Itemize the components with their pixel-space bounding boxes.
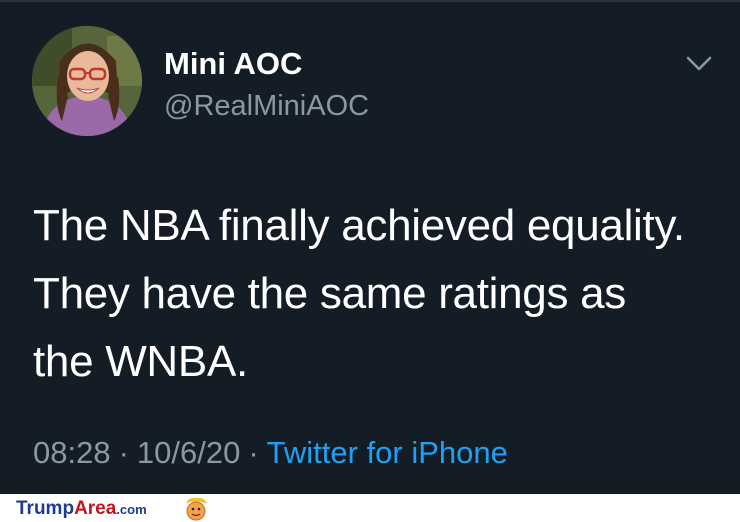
tweet-text-line: The NBA finally achieved equality. [33, 201, 685, 250]
tweet-source-link[interactable]: Twitter for iPhone [267, 435, 508, 470]
watermark-part: Area [74, 498, 117, 519]
tweet-text-line: the WNBA. [33, 337, 248, 386]
watermark-part: Trump [16, 498, 75, 519]
watermark-part: .com [116, 502, 147, 517]
meta-separator: · [118, 435, 129, 470]
user-handle[interactable]: @RealMiniAOC [164, 90, 369, 123]
tweet-text-line: They have the same ratings as [33, 269, 626, 318]
tweet-text: The NBA finally achieved equality. They … [33, 192, 723, 396]
meta-separator: · [248, 435, 259, 470]
tweet-time[interactable]: 08:28 [33, 435, 111, 470]
avatar[interactable] [32, 26, 142, 136]
cartoon-face-icon [186, 497, 207, 521]
watermark-bar: TrumpArea.com [0, 494, 740, 521]
chevron-down-icon[interactable] [686, 56, 712, 72]
tweet-card: Mini AOC @RealMiniAOC The NBA finally ac… [0, 0, 740, 494]
watermark-logo: TrumpArea.com [16, 498, 147, 520]
tweet-date[interactable]: 10/6/20 [137, 435, 240, 470]
tweet-meta: 08:28 · 10/6/20 · Twitter for iPhone [33, 435, 508, 471]
display-name[interactable]: Mini AOC [164, 46, 302, 82]
avatar-image [32, 26, 142, 136]
